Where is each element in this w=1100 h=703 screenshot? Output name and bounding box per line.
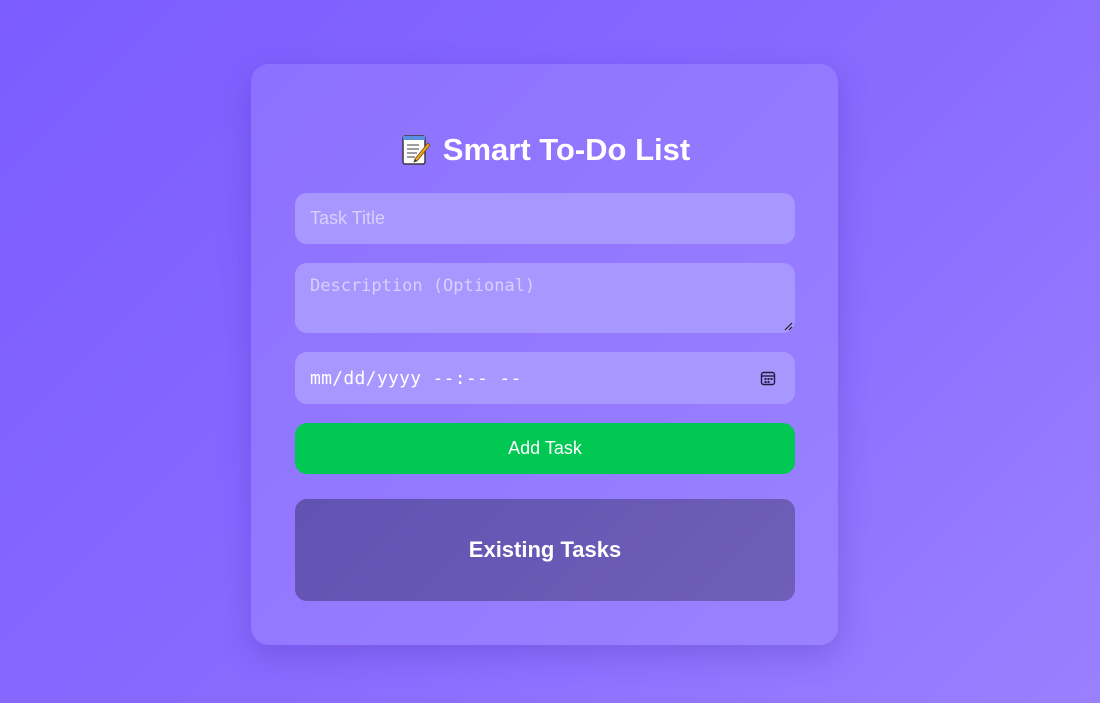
calendar-icon[interactable]	[760, 370, 776, 386]
existing-tasks-panel: Existing Tasks	[295, 499, 795, 601]
memo-icon	[402, 135, 431, 165]
description-input[interactable]	[295, 263, 795, 333]
task-title-input[interactable]	[295, 193, 795, 244]
resize-handle-icon[interactable]	[784, 322, 793, 331]
datetime-placeholder: mm/dd/yyyy --:-- --	[310, 367, 522, 389]
due-datetime-input[interactable]: mm/dd/yyyy --:-- --	[295, 352, 795, 404]
add-task-button[interactable]: Add Task	[295, 423, 795, 474]
page-title: Smart To-Do List	[442, 132, 691, 167]
existing-tasks-heading: Existing Tasks	[468, 537, 622, 562]
todo-card: Smart To-Do List mm/dd/yyyy --:-- -- Add…	[251, 64, 838, 645]
title-row: Smart To-Do List	[251, 130, 838, 170]
